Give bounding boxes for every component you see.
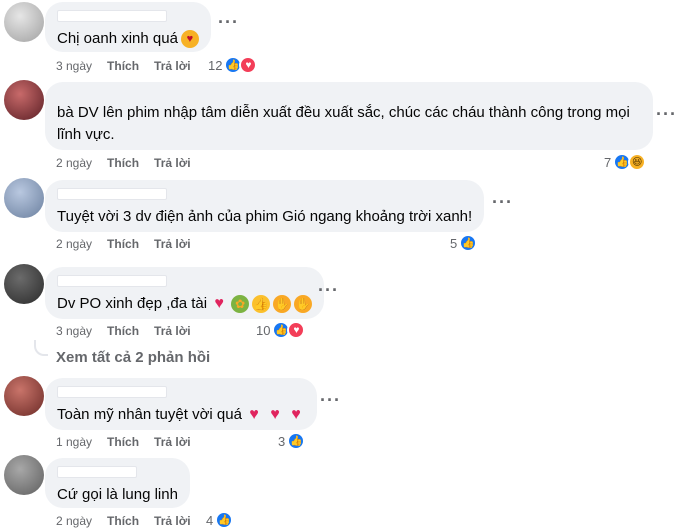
more-options-icon[interactable]: ··· bbox=[218, 12, 239, 33]
author-name-redacted[interactable] bbox=[57, 275, 167, 287]
reaction-count: 4 bbox=[206, 512, 214, 528]
comment-text-line: bà DV lên phim nhập tâm diễn xuất đều xu… bbox=[57, 104, 630, 121]
comment-bubble: bà DV lên phim nhập tâm diễn xuất đều xu… bbox=[45, 82, 653, 150]
avatar[interactable] bbox=[4, 455, 44, 495]
comment-text-line: lĩnh vực. bbox=[57, 126, 115, 143]
author-name-redacted[interactable] bbox=[57, 466, 137, 478]
comment-text: Cứ gọi là lung linh bbox=[57, 484, 178, 506]
comment-bubble: Chị oanh xinh quá ♥ bbox=[45, 2, 211, 52]
reaction-summary[interactable]: 4 👍 bbox=[206, 511, 234, 529]
red-heart-emoji-icon: ♥ bbox=[270, 406, 280, 423]
red-heart-emoji-icon: ♥ bbox=[249, 406, 259, 423]
avatar[interactable] bbox=[4, 80, 44, 120]
red-heart-emoji-icon: ♥ bbox=[214, 295, 224, 312]
author-name-redacted[interactable] bbox=[57, 386, 167, 398]
like-reaction-icon: 👍 bbox=[215, 511, 234, 529]
comment-text: bà DV lên phim nhập tâm diễn xuất đều xu… bbox=[57, 102, 641, 146]
avatar[interactable] bbox=[4, 264, 44, 304]
comment-meta: 1 ngày Thích Trả lời bbox=[56, 435, 191, 449]
like-reaction-icon: 👍 bbox=[459, 234, 478, 252]
reply-button[interactable]: Trả lời bbox=[154, 156, 191, 170]
comment-bubble: Cứ gọi là lung linh bbox=[45, 458, 190, 508]
reaction-count: 5 bbox=[450, 235, 458, 251]
reaction-count: 10 bbox=[256, 322, 271, 338]
like-button[interactable]: Thích bbox=[107, 156, 139, 170]
comment-bubble: Dv PO xinh đẹp ,đa tài ♥ ✿ 👍 ✋ ✋ bbox=[45, 267, 325, 319]
comment-text-content: Cứ gọi là lung linh bbox=[57, 486, 178, 503]
reaction-summary[interactable]: 7 👍 😆 bbox=[604, 153, 647, 171]
comment-text: Dv PO xinh đẹp ,đa tài ♥ ✿ 👍 ✋ ✋ bbox=[57, 293, 313, 315]
author-name-redacted[interactable] bbox=[57, 10, 167, 22]
more-options-icon[interactable]: ··· bbox=[492, 192, 513, 213]
haha-reaction-icon: 😆 bbox=[628, 153, 647, 171]
comment-text-content: Dv PO xinh đẹp ,đa tài bbox=[57, 295, 208, 312]
avatar[interactable] bbox=[4, 178, 44, 218]
view-all-replies-link[interactable]: Xem tất cả 2 phản hồi bbox=[56, 349, 210, 366]
like-reaction-icon: 👍 bbox=[287, 432, 306, 450]
red-heart-emoji-icon: ♥ bbox=[291, 406, 301, 423]
reply-button[interactable]: Trả lời bbox=[154, 514, 191, 528]
more-options-icon[interactable]: ··· bbox=[318, 280, 339, 301]
reaction-count: 3 bbox=[278, 433, 286, 449]
comment-time[interactable]: 3 ngày bbox=[56, 324, 92, 338]
comment-text: Toàn mỹ nhân tuyệt vời quá ♥ ♥ ♥ bbox=[57, 404, 305, 426]
comment-time[interactable]: 2 ngày bbox=[56, 156, 92, 170]
comment-text: Tuyệt vời 3 dv điện ảnh của phim Gió nga… bbox=[57, 206, 472, 228]
reaction-summary[interactable]: 3 👍 bbox=[278, 432, 306, 450]
comment-text-content: Chị oanh xinh quá bbox=[57, 30, 178, 47]
comment-text: Chị oanh xinh quá ♥ bbox=[57, 28, 199, 50]
comment-meta: 3 ngày Thích Trả lời bbox=[56, 59, 191, 73]
reply-button[interactable]: Trả lời bbox=[154, 59, 191, 73]
heart-eyes-emoji-icon: ♥ bbox=[180, 30, 199, 48]
love-reaction-icon: ♥ bbox=[239, 56, 258, 74]
reply-button[interactable]: Trả lời bbox=[154, 237, 191, 251]
comment-time[interactable]: 2 ngày bbox=[56, 514, 92, 528]
reaction-summary[interactable]: 5 👍 bbox=[450, 234, 478, 252]
reaction-summary[interactable]: 10 👍 ♥ bbox=[256, 321, 306, 339]
clapping-hands-emoji-icon: ✋ bbox=[294, 295, 313, 313]
comment-text-content: Toàn mỹ nhân tuyệt vời quá bbox=[57, 406, 242, 423]
comment-meta: 3 ngày Thích Trả lời bbox=[56, 324, 191, 338]
love-reaction-icon: ♥ bbox=[287, 321, 306, 339]
avatar[interactable] bbox=[4, 2, 44, 42]
clapping-hands-emoji-icon: ✋ bbox=[273, 295, 292, 313]
like-button[interactable]: Thích bbox=[107, 237, 139, 251]
reply-thread-line bbox=[34, 340, 48, 356]
more-options-icon[interactable]: ··· bbox=[320, 390, 341, 411]
like-button[interactable]: Thích bbox=[107, 514, 139, 528]
comment-time[interactable]: 1 ngày bbox=[56, 435, 92, 449]
comment-meta: 2 ngày Thích Trả lời bbox=[56, 514, 191, 528]
reaction-count: 7 bbox=[604, 154, 612, 170]
like-button[interactable]: Thích bbox=[107, 324, 139, 338]
comment-meta: 2 ngày Thích Trả lời bbox=[56, 237, 191, 251]
comment-text-content: Tuyệt vời 3 dv điện ảnh của phim Gió nga… bbox=[57, 208, 473, 225]
comment-bubble: Tuyệt vời 3 dv điện ảnh của phim Gió nga… bbox=[45, 180, 485, 232]
avatar[interactable] bbox=[4, 376, 44, 416]
thumbs-up-emoji-icon: 👍 bbox=[252, 295, 271, 313]
bouquet-emoji-icon: ✿ bbox=[231, 295, 250, 313]
like-button[interactable]: Thích bbox=[107, 435, 139, 449]
comment-meta: 2 ngày Thích Trả lời bbox=[56, 156, 191, 170]
comment-time[interactable]: 3 ngày bbox=[56, 59, 92, 73]
comment-bubble: Toàn mỹ nhân tuyệt vời quá ♥ ♥ ♥ bbox=[45, 378, 317, 430]
reply-button[interactable]: Trả lời bbox=[154, 324, 191, 338]
reply-button[interactable]: Trả lời bbox=[154, 435, 191, 449]
reaction-count: 12 bbox=[208, 57, 223, 73]
like-button[interactable]: Thích bbox=[107, 59, 139, 73]
author-name-redacted[interactable] bbox=[57, 188, 167, 200]
reaction-summary[interactable]: 12 👍 ♥ bbox=[208, 56, 258, 74]
comment-time[interactable]: 2 ngày bbox=[56, 237, 92, 251]
more-options-icon[interactable]: ··· bbox=[656, 104, 676, 125]
